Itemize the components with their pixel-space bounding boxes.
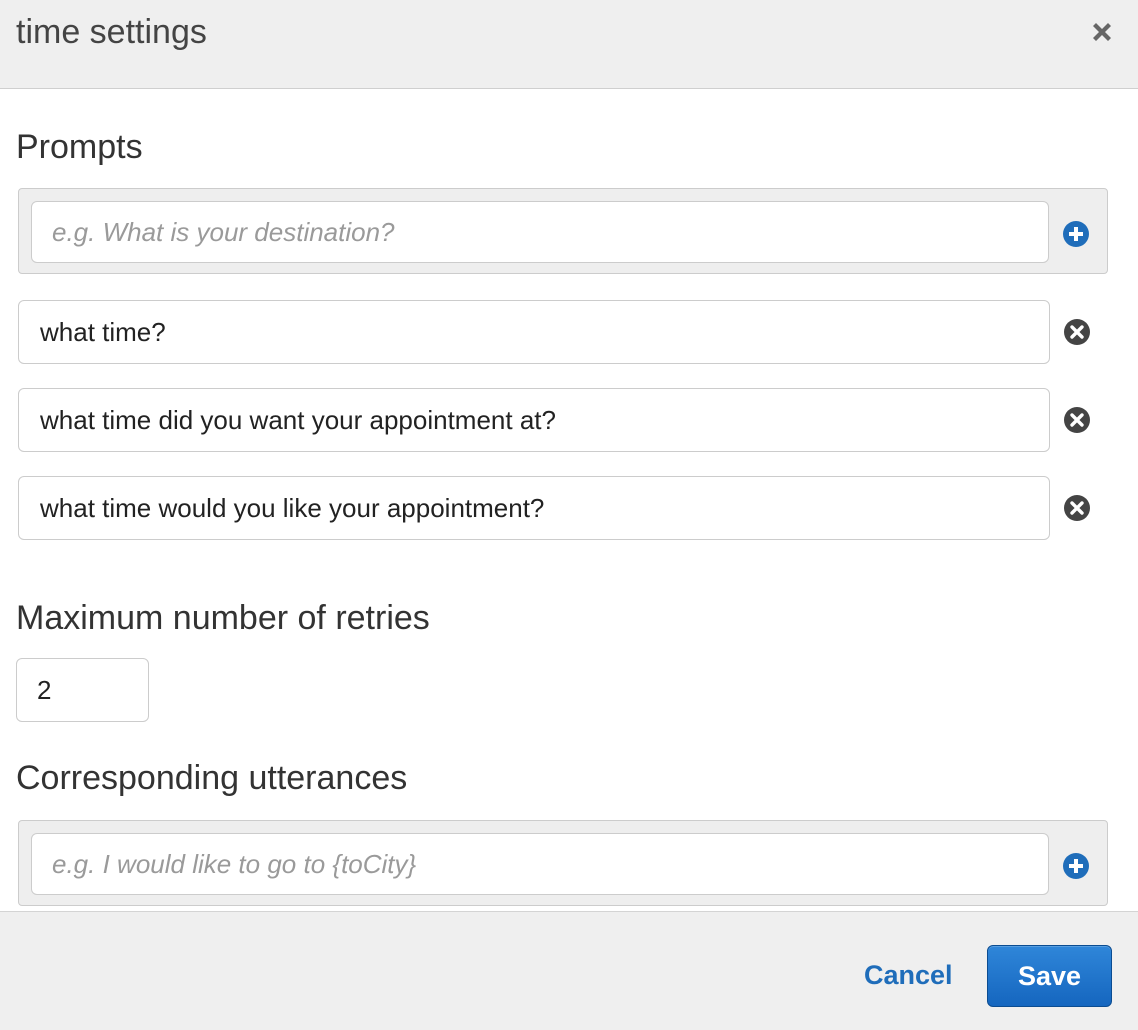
prompt-input[interactable] — [18, 476, 1050, 540]
dialog-header: time settings — [0, 0, 1138, 89]
close-button[interactable] — [1086, 16, 1118, 48]
dialog-footer: Cancel Save — [0, 911, 1138, 1030]
save-button[interactable]: Save — [987, 945, 1112, 1007]
add-utterance-panel — [18, 820, 1108, 906]
max-retries-input[interactable] — [16, 658, 149, 722]
prompt-item — [18, 388, 1108, 452]
add-prompt-panel — [18, 188, 1108, 274]
dialog-body: Prompts e.g. What is your destination? w… — [0, 89, 1138, 911]
prompt-input[interactable] — [18, 388, 1050, 452]
plus-circle-icon — [1063, 221, 1089, 247]
x-circle-icon — [1064, 407, 1090, 433]
cancel-button[interactable]: Cancel — [864, 958, 953, 992]
add-utterance-button[interactable] — [1062, 852, 1090, 880]
plus-circle-icon — [1063, 853, 1089, 879]
x-circle-icon — [1064, 495, 1090, 521]
prompt-input[interactable] — [18, 300, 1050, 364]
retries-heading: Maximum number of retries — [16, 599, 430, 637]
prompts-heading: Prompts — [16, 128, 143, 166]
close-icon — [1093, 23, 1111, 41]
time-settings-dialog: time settings Prompts e.g. What is your … — [0, 0, 1138, 1030]
prompt-item — [18, 476, 1108, 540]
new-utterance-input[interactable] — [31, 833, 1049, 895]
add-prompt-button[interactable] — [1062, 220, 1090, 248]
new-prompt-input[interactable] — [31, 201, 1049, 263]
remove-prompt-button[interactable] — [1063, 494, 1091, 522]
prompt-item — [18, 300, 1108, 364]
dialog-title: time settings — [16, 13, 207, 51]
utterances-heading: Corresponding utterances — [16, 759, 408, 797]
x-circle-icon — [1064, 319, 1090, 345]
remove-prompt-button[interactable] — [1063, 406, 1091, 434]
remove-prompt-button[interactable] — [1063, 318, 1091, 346]
